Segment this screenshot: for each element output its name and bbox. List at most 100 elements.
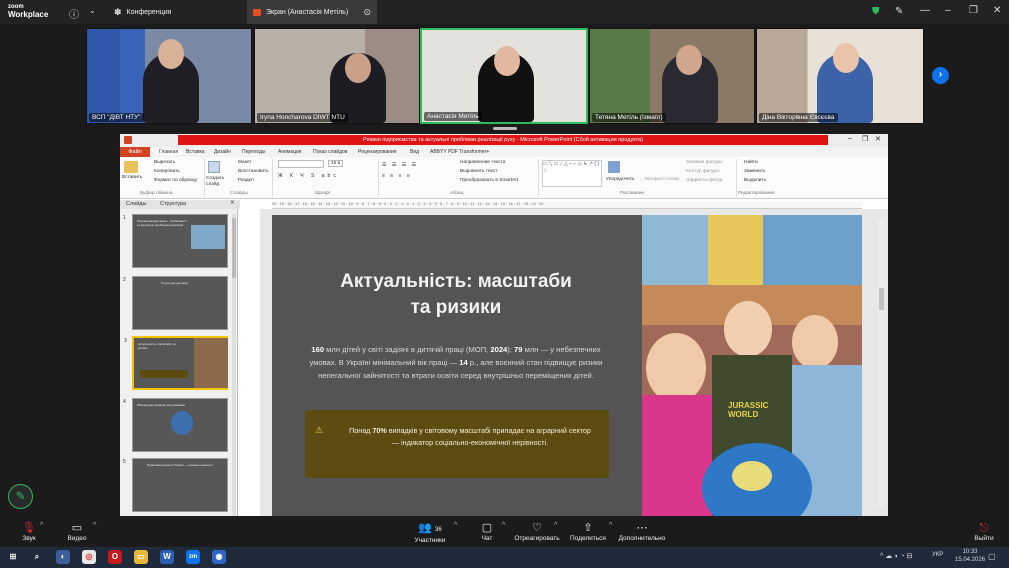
font-name-select[interactable]	[278, 160, 324, 168]
app-icon[interactable]: ◉	[212, 550, 226, 564]
language-indicator[interactable]: УКР	[932, 552, 943, 558]
tray-icons[interactable]: ^ ☁ ◗ ◔ ⊟	[880, 552, 912, 560]
tab-abbyy[interactable]: ABBYY PDF Transformer+	[430, 149, 489, 155]
participant-tile[interactable]: ВСП "ДІВТ НТУ"	[86, 28, 252, 124]
slide-thumbnail[interactable]: 5 Правовий режим в Україні — основні еле…	[123, 458, 228, 512]
tab-file[interactable]: Файл	[120, 147, 150, 157]
notification-icon[interactable]: ▢	[988, 552, 996, 561]
scrollbar-thumb[interactable]	[232, 218, 236, 278]
windows-start-icon[interactable]: ⊞	[6, 550, 20, 564]
slide-thumbnail-selected[interactable]: 3 Актуальність: масштаби та ризики	[124, 336, 228, 390]
minimize-icon[interactable]: –	[848, 135, 852, 142]
cut-button[interactable]: Вырезать	[154, 160, 175, 165]
tab-screen-share[interactable]: Экран (Анастасія Метіль) ⊙	[247, 0, 377, 24]
format-painter-button[interactable]: Формат по образцу	[154, 178, 197, 183]
scrollbar-thumb[interactable]	[879, 288, 884, 310]
align-icons[interactable]: ≡ ≡ ≡ ≡	[382, 173, 412, 179]
select-button[interactable]: Выделить	[744, 178, 766, 183]
zoom-taskbar-icon[interactable]: zm	[186, 550, 200, 564]
chevron-up-icon[interactable]: ^	[554, 522, 557, 529]
arrange-button[interactable]: Упорядочить	[606, 177, 635, 182]
shape-fill-button[interactable]: Заливка фигуры	[686, 160, 723, 165]
new-slide-icon[interactable]	[208, 161, 220, 173]
annotate-icon[interactable]: ✎	[895, 6, 903, 17]
minimize-window-icon[interactable]: –	[945, 5, 951, 16]
shape-effects-button[interactable]: Эффекты фигур	[686, 178, 723, 183]
participant-tile[interactable]: Тетяна Метіль (Ізмаїл)	[589, 28, 755, 124]
section-button[interactable]: Раздел	[238, 178, 254, 183]
list-icons[interactable]: ☰ ☰ ☰ ☰	[382, 162, 418, 168]
copy-button[interactable]: Копировать	[154, 169, 180, 174]
shape-outline-button[interactable]: Контур фигуры	[686, 169, 720, 174]
photo-child-face	[792, 315, 838, 369]
arrange-icon[interactable]	[608, 161, 620, 173]
chevron-down-icon[interactable]: ⌄	[89, 6, 96, 15]
close-icon[interactable]: ✕	[993, 5, 1001, 16]
tab-meeting[interactable]: ✽ Конференция	[108, 0, 245, 24]
more-button[interactable]: ⋯ Дополнительно	[616, 521, 668, 542]
chat-button[interactable]: ▢ Чат	[476, 521, 498, 542]
info-icon[interactable]: ⓘ	[69, 6, 79, 21]
participant-tile[interactable]: Діна Вікторівна Євсєєва	[756, 28, 924, 124]
reset-button[interactable]: Восстановить	[238, 169, 269, 174]
chrome-icon[interactable]: ◎	[82, 550, 96, 564]
slide-thumbnail[interactable]: 2 Структура доповіді	[123, 276, 228, 330]
find-button[interactable]: Найти	[744, 160, 758, 165]
tab-slides[interactable]: Слайды	[126, 201, 146, 207]
slide-thumbnail[interactable]: 1 Ризики використання... особливості та …	[123, 214, 228, 268]
opera-icon[interactable]: O	[108, 550, 122, 564]
participants-button[interactable]: 👥 36 Участники	[410, 521, 450, 544]
current-slide[interactable]: Актуальність: масштаби та ризики 160 млн…	[272, 215, 862, 516]
tab-animation[interactable]: Анимация	[278, 149, 301, 155]
slide-thumbnail[interactable]: 4 Міжнародне правове регулювання	[123, 398, 228, 452]
font-format-icons[interactable]: Ж К Ч S abc	[278, 173, 339, 179]
layout-button[interactable]: Макет	[238, 160, 252, 165]
word-icon[interactable]: W	[160, 550, 174, 564]
new-slide-button[interactable]: Создать слайд	[206, 176, 230, 188]
chevron-up-icon[interactable]: ^	[93, 522, 96, 529]
slides-panel-scrollbar[interactable]	[232, 214, 236, 516]
tab-insert[interactable]: Вставка	[186, 149, 205, 155]
tab-design[interactable]: Дизайн	[214, 149, 231, 155]
shield-icon[interactable]: ⛊	[872, 6, 880, 17]
quick-styles-button[interactable]: Экспресс-стили	[644, 177, 679, 182]
replace-button[interactable]: Заменить	[744, 169, 766, 174]
chevron-up-icon[interactable]: ^	[40, 522, 43, 529]
tab-slideshow[interactable]: Показ слайдов	[313, 149, 347, 155]
chevron-up-icon[interactable]: ^	[502, 522, 505, 529]
restore-icon[interactable]: ❐	[862, 135, 868, 143]
share-screen-button[interactable]: ⇧ Поделиться	[568, 521, 608, 542]
widgets-icon[interactable]: ◐	[56, 550, 70, 564]
search-icon[interactable]: ⌕	[30, 550, 44, 564]
smartart-button[interactable]: Преобразовать в SmartArt	[460, 178, 518, 183]
annotate-pen-button[interactable]: ✎	[8, 484, 33, 509]
participant-tile[interactable]: Iryna Honcharova DIWT NTU	[254, 28, 420, 124]
paste-icon[interactable]	[124, 161, 138, 173]
video-button[interactable]: ▭ Видео	[62, 521, 92, 542]
participant-tile-active-speaker[interactable]: Анастасія Метіль	[420, 28, 588, 124]
minimize-icon[interactable]: —	[920, 5, 930, 16]
close-icon[interactable]: ✕	[875, 135, 881, 143]
restore-icon[interactable]: ❐	[969, 5, 978, 16]
text-direction-button[interactable]: Направление текста	[460, 160, 505, 165]
more-icon[interactable]: ⊙	[363, 7, 371, 18]
chevron-up-icon[interactable]: ^	[609, 522, 612, 529]
resize-handle[interactable]	[493, 127, 517, 130]
tab-outline[interactable]: Структура	[160, 201, 186, 207]
leave-button[interactable]: ⎋ Выйти	[970, 521, 998, 542]
tab-review[interactable]: Рецензирование	[358, 149, 397, 155]
slide-scrollbar[interactable]	[878, 218, 885, 508]
next-participants-button[interactable]: ›	[932, 67, 949, 84]
font-size-select[interactable]: 15,5	[328, 160, 344, 167]
align-text-button[interactable]: Выровнять текст	[460, 169, 497, 174]
audio-button[interactable]: 🎙 Звук	[16, 521, 42, 542]
tab-home[interactable]: Главная	[156, 149, 182, 155]
tab-view[interactable]: Вид	[410, 149, 419, 155]
clock[interactable]: 10:33 15.04.2026	[955, 548, 985, 564]
close-icon[interactable]: ✕	[230, 200, 235, 206]
paste-button[interactable]: Вставить	[122, 175, 142, 180]
tab-transitions[interactable]: Переходы	[242, 149, 265, 155]
shapes-gallery[interactable]: ▭ ╲ ▭ ○ △ ⌐ ⌐ ◇ ↳ ↗ { } ☆	[542, 160, 602, 187]
file-explorer-icon[interactable]: ▭	[134, 550, 148, 564]
chevron-up-icon[interactable]: ^	[454, 522, 457, 529]
